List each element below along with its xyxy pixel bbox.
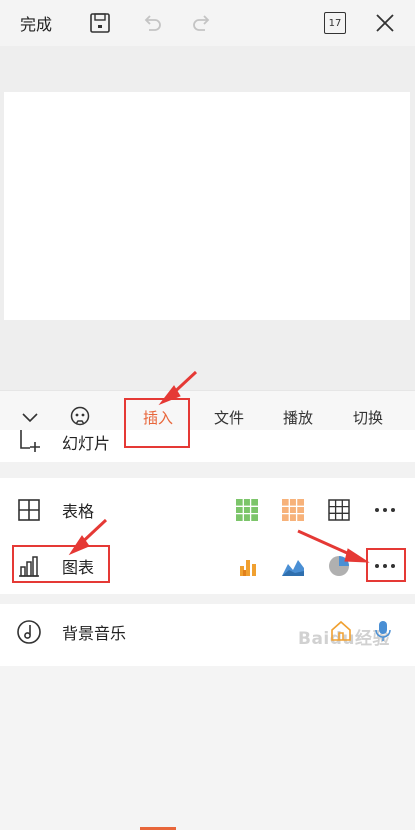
area-chart-style-icon[interactable] (281, 554, 305, 578)
green-table-style-icon[interactable] (235, 498, 259, 522)
insert-tab-highlight-box (124, 398, 190, 448)
calendar-icon[interactable]: 17 (318, 0, 352, 46)
slide-preview[interactable] (4, 92, 410, 320)
new-slide-icon (18, 430, 42, 454)
undo-icon[interactable] (136, 0, 168, 46)
music-icon (16, 619, 42, 645)
plain-table-style-icon[interactable] (327, 498, 351, 522)
divider (0, 462, 415, 478)
record-audio-icon[interactable] (372, 619, 394, 643)
table-label: 表格 (62, 502, 95, 521)
slide-canvas (0, 46, 415, 390)
orange-table-style-icon[interactable] (281, 498, 305, 522)
background-music-label: 背景音乐 (62, 624, 127, 643)
top-toolbar: 完成 17 (0, 0, 415, 46)
redo-icon[interactable] (186, 0, 218, 46)
divider (0, 594, 415, 604)
music-file-icon[interactable] (330, 620, 352, 642)
list-item-background-music[interactable]: 背景音乐 Baidu经验 (0, 604, 415, 660)
save-icon[interactable] (84, 0, 116, 46)
list-item-slide[interactable]: 幻灯片 (0, 430, 415, 462)
table-icon (16, 497, 42, 523)
chart-row-highlight-box (12, 545, 110, 583)
chart-more-highlight-box (366, 548, 406, 582)
pie-chart-style-icon[interactable] (327, 554, 351, 578)
list-item-table[interactable]: 表格 (0, 482, 415, 538)
done-button[interactable]: 完成 (6, 0, 66, 46)
close-icon[interactable] (368, 0, 402, 46)
more-table-icon[interactable] (373, 498, 397, 522)
bar-chart-style-icon[interactable] (236, 554, 260, 578)
calendar-day: 17 (328, 17, 342, 29)
slide-label: 幻灯片 (62, 434, 111, 453)
